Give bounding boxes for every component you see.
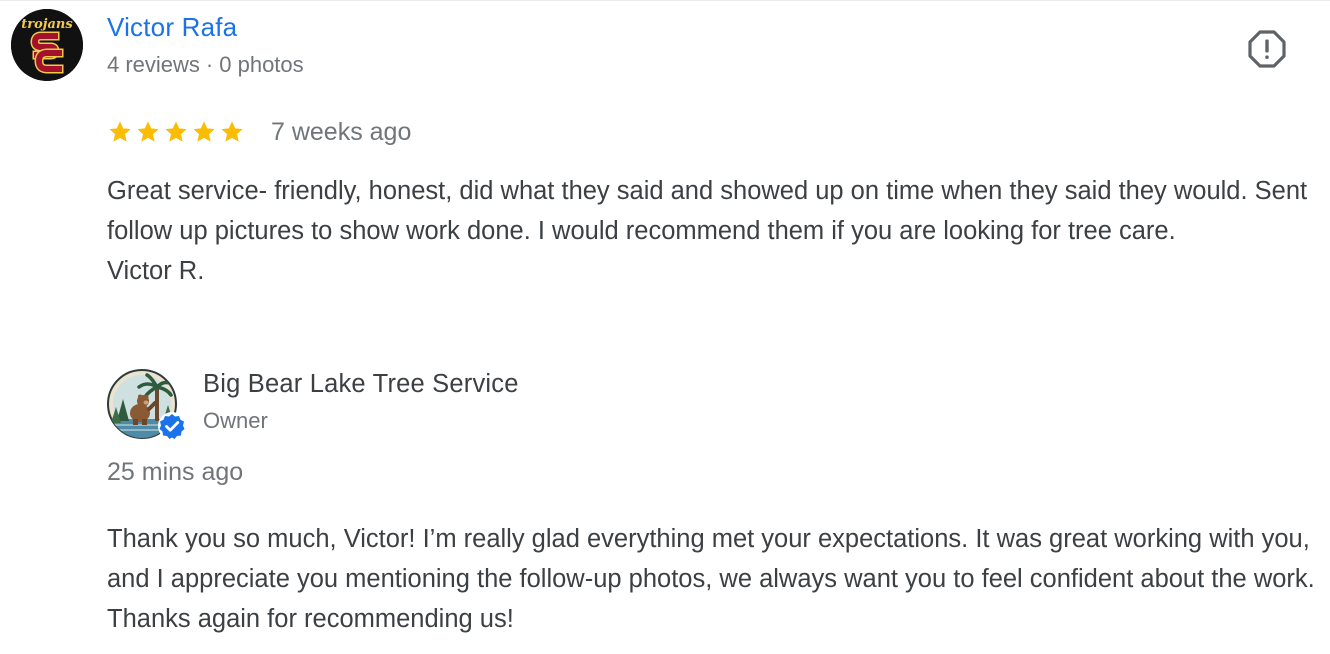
star-icon (137, 121, 159, 142)
reviewer-meta: 4 reviews · 0 photos (107, 52, 304, 78)
verified-check-badge-icon (158, 412, 186, 440)
owner-name: Big Bear Lake Tree Service (203, 370, 519, 398)
reviewer-photos-count: 0 photos (219, 52, 304, 77)
owner-role: Owner (203, 408, 268, 433)
rating-row: 7 weeks ago (107, 114, 411, 150)
reviewer-reviews-count: 4 reviews (107, 52, 200, 77)
star-icon (193, 121, 215, 142)
star-icon (109, 121, 131, 142)
star-icon (221, 121, 243, 142)
avatar-logo-text: trojans (21, 17, 73, 32)
exclamation-octagon-icon (1248, 30, 1286, 68)
star-rating (107, 119, 245, 145)
response-text: Thank you so much, Victor! I’m really gl… (107, 525, 1315, 633)
meta-separator: · (205, 52, 214, 77)
report-review-button[interactable] (1246, 28, 1288, 70)
usc-trojans-logo-icon: trojans (11, 9, 83, 81)
top-divider (0, 0, 1330, 1)
reviewer-avatar[interactable]: trojans (11, 9, 83, 81)
review-date: 7 weeks ago (271, 117, 412, 146)
review-text: Great service- friendly, honest, did wha… (107, 177, 1308, 285)
response-date: 25 mins ago (107, 458, 244, 486)
owner-avatar[interactable] (107, 369, 186, 441)
star-icon (165, 121, 187, 142)
reviewer-name-link[interactable]: Victor Rafa (107, 12, 237, 43)
